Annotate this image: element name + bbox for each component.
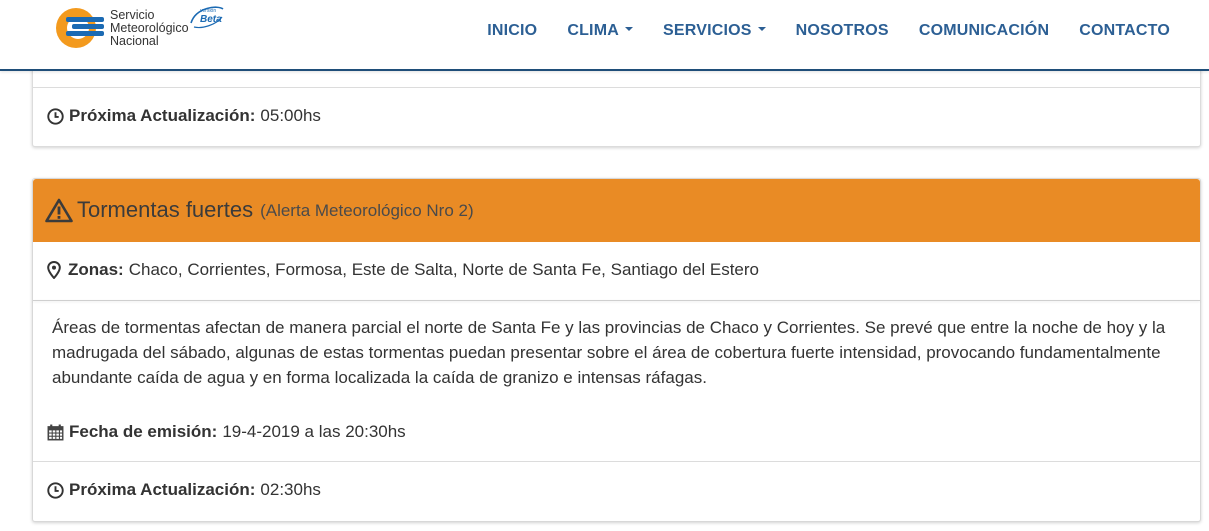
nav-servicios[interactable]: SERVICIOS [648,22,781,40]
nav-clima-label: CLIMA [567,22,619,39]
divider [33,461,1200,462]
nav-inicio-label: INICIO [487,22,538,39]
beta-badge: versión Beta [188,3,226,36]
main-nav: INICIO CLIMA SERVICIOS NOSOTROS COMUNICA… [472,22,1185,40]
nav-comunicacion-label: COMUNICACIÓN [918,22,1050,39]
zones-row: Zonas: Chaco, Corrientes, Formosa, Este … [47,260,759,280]
nav-clima[interactable]: CLIMA [552,22,648,40]
clock-icon [47,107,64,125]
smn-logo-icon [56,8,104,48]
beta-label: Beta [200,14,222,25]
warning-triangle-icon [45,198,73,222]
chevron-down-icon [757,26,766,31]
next-update-value: 05:00hs [260,106,321,125]
alert-header: Tormentas fuertes (Alerta Meteorológico … [33,179,1200,242]
issued-value: 19-4-2019 a las 20:30hs [222,422,406,441]
logo-line-3: Nacional [110,34,159,48]
clock-icon [47,481,64,499]
smn-logo[interactable]: Servicio Meteorológico Nacional versión … [52,3,242,55]
alert-panel: Tormentas fuertes (Alerta Meteorológico … [32,178,1201,522]
zones-label: Zonas: [68,260,124,279]
zones-value: Chaco, Corrientes, Formosa, Este de Salt… [128,260,760,279]
alert-description: Áreas de tormentas afectan de manera par… [52,318,1166,387]
map-marker-icon [47,261,61,279]
next-update-value: 02:30hs [260,480,321,499]
chevron-down-icon [624,26,633,31]
nav-comunicacion[interactable]: COMUNICACIÓN [904,22,1064,40]
top-navbar: Servicio Meteorológico Nacional versión … [0,0,1209,71]
divider [33,300,1200,301]
next-update-row: Próxima Actualización: 02:30hs [47,480,321,500]
nav-inicio[interactable]: INICIO [472,22,552,40]
calendar-icon [47,424,64,440]
alert-title-row: Tormentas fuertes (Alerta Meteorológico … [45,197,474,223]
next-update-label: Próxima Actualización: [69,480,256,499]
alert-title: Tormentas fuertes [77,197,254,222]
issued-label: Fecha de emisión: [69,422,218,441]
nav-contacto-label: CONTACTO [1079,22,1170,39]
logo-text: Servicio Meteorológico Nacional [110,9,189,48]
issued-row: Fecha de emisión: 19-4-2019 a las 20:30h… [47,422,406,442]
nav-contacto[interactable]: CONTACTO [1064,22,1185,40]
nav-servicios-label: SERVICIOS [662,22,752,39]
nav-nosotros[interactable]: NOSOTROS [781,22,904,40]
alert-subtitle: (Alerta Meteorológico Nro 2) [260,201,474,220]
nav-nosotros-label: NOSOTROS [795,22,889,39]
next-update-row: Próxima Actualización: 05:00hs [47,106,321,126]
divider [33,87,1200,88]
next-update-label: Próxima Actualización: [69,106,256,125]
